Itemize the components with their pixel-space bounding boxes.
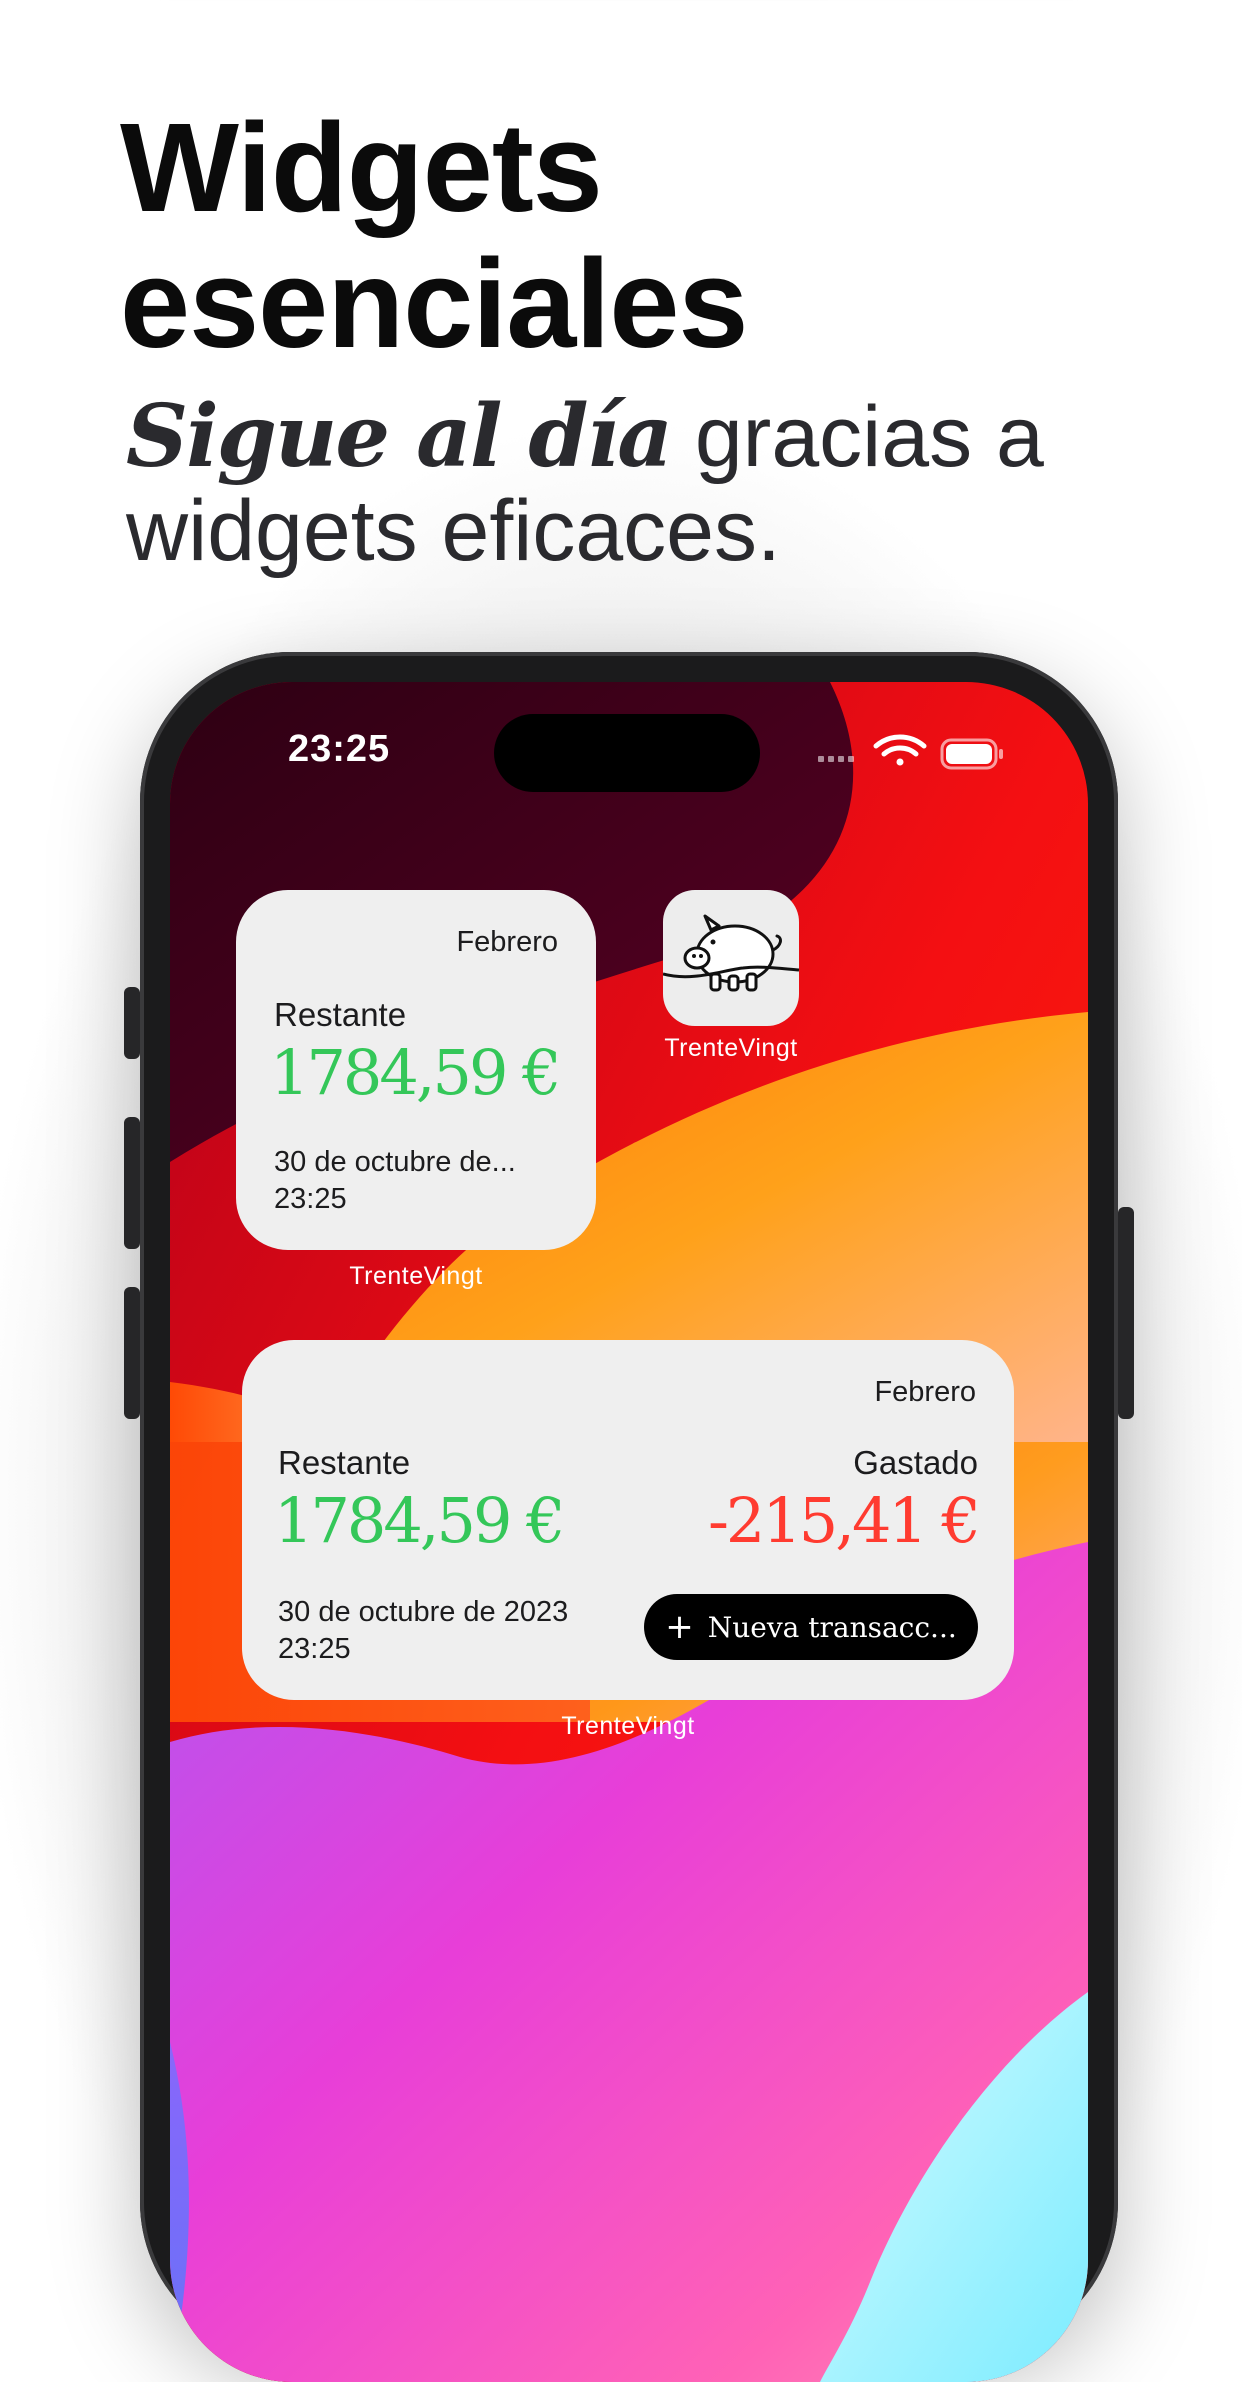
dynamic-island bbox=[494, 714, 760, 792]
spent-amount: -215,41 € bbox=[707, 1484, 981, 1557]
widget-date: 30 de octubre de... 23:25 bbox=[274, 1144, 516, 1218]
action-button bbox=[124, 987, 140, 1059]
headline-line-2: esenciales bbox=[120, 233, 749, 374]
subheadline-emphasis: Sigue al día bbox=[126, 386, 673, 487]
subheadline: Sigue al día gracias a widgets eficaces. bbox=[126, 390, 1146, 579]
widget-date: 30 de octubre de 2023 23:25 bbox=[278, 1594, 568, 1668]
status-icons bbox=[818, 734, 1003, 770]
widget-date-text: 30 de octubre de... bbox=[274, 1146, 516, 1178]
spent-label: Gastado bbox=[853, 1444, 978, 1481]
new-transaction-button[interactable]: + Nueva transacc... bbox=[644, 1594, 978, 1660]
status-time: 23:25 bbox=[288, 728, 391, 770]
new-transaction-label: Nueva transacc... bbox=[707, 1610, 957, 1644]
remaining-amount: 1784,59 € bbox=[270, 1036, 562, 1109]
power-button bbox=[1118, 1207, 1134, 1419]
remaining-label: Restante bbox=[274, 996, 407, 1033]
medium-budget-widget[interactable]: Febrero Restante 1784,59 € Gastado -215,… bbox=[242, 1340, 1014, 1700]
small-widget-caption: TrenteVingt bbox=[349, 1262, 483, 1290]
widget-date-text: 30 de octubre de 2023 bbox=[278, 1596, 569, 1628]
remaining-amount: 1784,59 € bbox=[274, 1484, 566, 1557]
battery-icon bbox=[940, 738, 1003, 770]
piggy-bank-icon bbox=[663, 914, 799, 992]
small-budget-widget[interactable]: Febrero Restante 1784,59 € 30 de octubre… bbox=[236, 890, 596, 1250]
signal-icon bbox=[818, 756, 854, 762]
app-icon-trentevingt[interactable] bbox=[663, 890, 799, 1026]
remaining-label: Restante bbox=[278, 1444, 411, 1481]
widget-month: Febrero bbox=[874, 1376, 976, 1408]
wifi-icon bbox=[873, 734, 927, 766]
phone-frame: 23:25 Febrero Restante 1784,59 € 30 de o… bbox=[124, 652, 1134, 2382]
app-icon-label: TrenteVingt bbox=[664, 1034, 798, 1062]
headline: Widgets esenciales bbox=[120, 97, 749, 374]
medium-widget-caption: TrenteVingt bbox=[561, 1712, 695, 1740]
volume-down-button bbox=[124, 1287, 140, 1419]
headline-line-1: Widgets bbox=[120, 97, 603, 238]
widget-month: Febrero bbox=[456, 926, 558, 958]
widget-time-text: 23:25 bbox=[274, 1183, 347, 1215]
home-screen: 23:25 Febrero Restante 1784,59 € 30 de o… bbox=[170, 682, 1088, 2382]
plus-icon: + bbox=[665, 1607, 694, 1647]
widget-time-text: 23:25 bbox=[278, 1633, 351, 1665]
volume-up-button bbox=[124, 1117, 140, 1249]
